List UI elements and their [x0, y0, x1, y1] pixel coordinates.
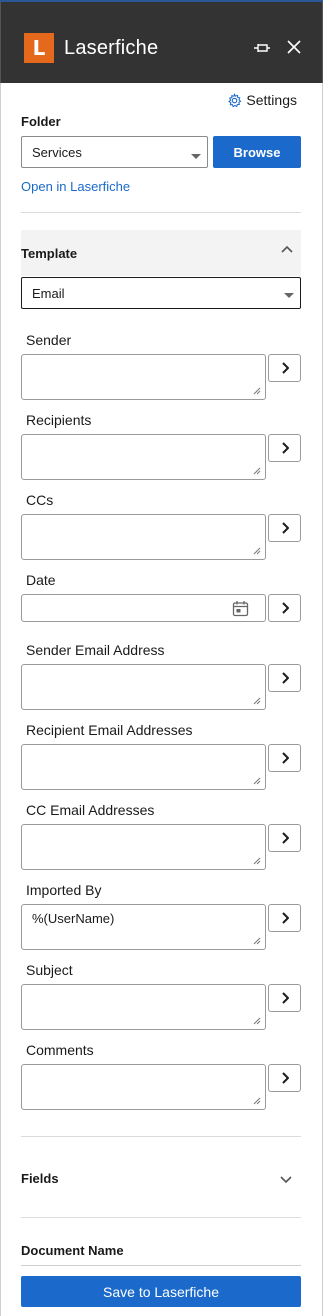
- comments-field[interactable]: [21, 1064, 266, 1110]
- sender-field[interactable]: [21, 354, 266, 400]
- cc-emails-token-button[interactable]: [268, 824, 301, 852]
- sender-label: Sender: [26, 332, 72, 348]
- imported-by-label: Imported By: [26, 882, 102, 898]
- divider: [21, 212, 301, 213]
- calendar-icon[interactable]: [232, 600, 249, 617]
- comments-token-button[interactable]: [268, 1064, 301, 1092]
- resize-grip-icon[interactable]: [253, 857, 261, 865]
- subject-field[interactable]: [21, 984, 266, 1030]
- gear-icon: [228, 92, 242, 107]
- ccs-token-button[interactable]: [268, 514, 301, 542]
- chevron-right-icon: [281, 912, 289, 924]
- chevron-right-icon: [281, 602, 289, 614]
- recipients-field[interactable]: [21, 434, 266, 480]
- subject-token-button[interactable]: [268, 984, 301, 1012]
- chevron-right-icon: [281, 672, 289, 684]
- chevron-down-icon: [280, 1176, 292, 1184]
- template-label: Template: [21, 246, 78, 261]
- divider: [21, 1136, 301, 1137]
- open-in-laserfiche-link[interactable]: Open in Laserfiche: [21, 179, 130, 194]
- save-to-laserfiche-button[interactable]: Save to Laserfiche: [21, 1276, 301, 1307]
- resize-grip-icon[interactable]: [253, 1017, 261, 1025]
- chevron-right-icon: [281, 362, 289, 374]
- resize-grip-icon[interactable]: [253, 547, 261, 555]
- subject-label: Subject: [26, 962, 73, 978]
- recipient-emails-field[interactable]: [21, 744, 266, 790]
- ccs-label: CCs: [26, 492, 54, 508]
- chevron-right-icon: [281, 752, 289, 764]
- imported-by-token-button[interactable]: [268, 904, 301, 932]
- resize-grip-icon[interactable]: [253, 387, 261, 395]
- laserfiche-logo: L: [24, 33, 54, 63]
- cc-emails-label: CC Email Addresses: [26, 802, 155, 818]
- date-token-button[interactable]: [268, 594, 301, 622]
- resize-grip-icon[interactable]: [253, 1097, 261, 1105]
- resize-grip-icon[interactable]: [253, 937, 261, 945]
- recipients-token-button[interactable]: [268, 434, 301, 462]
- chevron-right-icon: [281, 992, 289, 1004]
- date-field[interactable]: [21, 594, 266, 622]
- template-value: Email: [32, 286, 65, 301]
- pin-icon[interactable]: [253, 41, 271, 55]
- settings-link[interactable]: Settings: [227, 92, 297, 108]
- sender-token-button[interactable]: [268, 354, 301, 382]
- title-bar: L Laserfiche: [0, 2, 323, 83]
- resize-grip-icon[interactable]: [253, 777, 261, 785]
- app-title: Laserfiche: [64, 37, 159, 59]
- folder-label: Folder: [21, 114, 61, 129]
- imported-by-field[interactable]: %(UserName): [21, 904, 266, 950]
- recipients-label: Recipients: [26, 412, 92, 428]
- recipient-emails-label: Recipient Email Addresses: [26, 722, 193, 738]
- document-name-label: Document Name: [21, 1243, 124, 1258]
- divider: [21, 1217, 301, 1218]
- chevron-right-icon: [281, 1072, 289, 1084]
- sender-email-token-button[interactable]: [268, 664, 301, 692]
- cc-emails-field[interactable]: [21, 824, 266, 870]
- close-icon[interactable]: [287, 40, 301, 54]
- fields-section-header[interactable]: Fields: [21, 1168, 301, 1190]
- sender-email-label: Sender Email Address: [26, 642, 165, 658]
- resize-grip-icon[interactable]: [253, 467, 261, 475]
- date-label: Date: [26, 572, 56, 588]
- chevron-down-icon: [284, 293, 294, 298]
- recipient-emails-token-button[interactable]: [268, 744, 301, 772]
- folder-select[interactable]: Services: [21, 136, 208, 168]
- chevron-up-icon: [281, 245, 293, 253]
- settings-label: Settings: [246, 92, 297, 108]
- ccs-field[interactable]: [21, 514, 266, 560]
- template-section-header[interactable]: Template: [21, 230, 301, 276]
- chevron-right-icon: [281, 832, 289, 844]
- folder-value: Services: [32, 145, 82, 160]
- imported-by-value: %(UserName): [32, 911, 115, 926]
- comments-label: Comments: [26, 1042, 94, 1058]
- resize-grip-icon[interactable]: [253, 697, 261, 705]
- chevron-down-icon: [191, 154, 201, 159]
- template-select[interactable]: Email: [21, 277, 301, 309]
- fields-label: Fields: [21, 1171, 59, 1186]
- chevron-right-icon: [281, 442, 289, 454]
- chevron-right-icon: [281, 522, 289, 534]
- browse-button[interactable]: Browse: [213, 136, 301, 168]
- divider: [21, 1265, 301, 1266]
- sender-email-field[interactable]: [21, 664, 266, 710]
